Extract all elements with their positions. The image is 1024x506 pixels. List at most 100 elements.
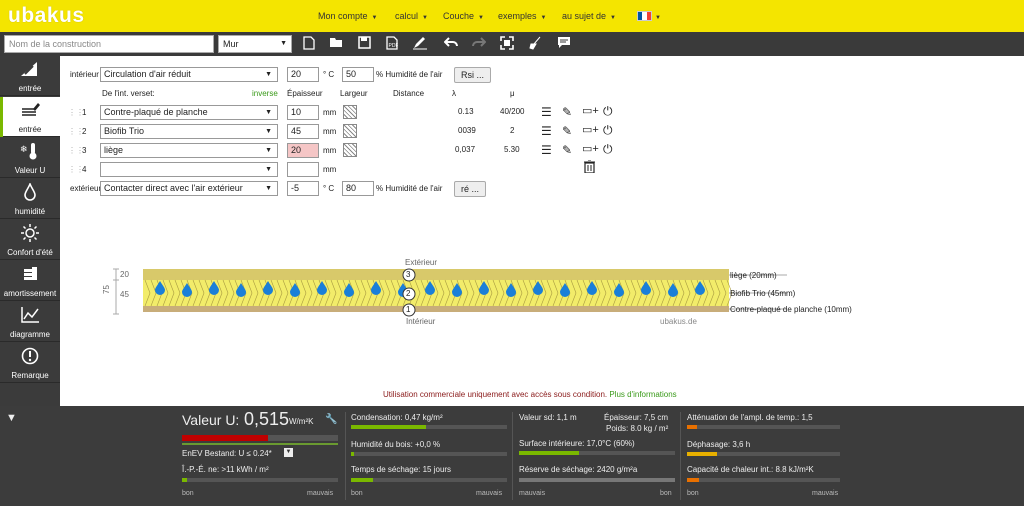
french-flag-icon[interactable] [637, 11, 652, 21]
hatch-pattern-icon[interactable] [343, 124, 357, 138]
surface-temp-bar-fill [519, 451, 579, 455]
u-value-bar [182, 435, 338, 441]
add-layer-icon[interactable]: ▭+ [582, 123, 599, 137]
wrench-icon[interactable]: 🔧 [325, 414, 337, 425]
power-icon[interactable]: ⏻ [603, 123, 613, 137]
sidebar-item-entree-layers[interactable]: entrée [0, 97, 60, 137]
add-layer-icon[interactable]: ▭+ [582, 142, 599, 156]
exterior-condition-select[interactable]: Contacter direct avec l'air extérieur ▼ [100, 181, 278, 196]
undo-icon[interactable] [443, 36, 459, 52]
layer-thickness-input[interactable] [287, 162, 319, 177]
layer-thickness-input[interactable]: 10 [287, 105, 319, 120]
caret-down-icon: ▼ [540, 15, 547, 21]
layer-thickness-input[interactable]: 45 [287, 124, 319, 139]
language-caret-icon[interactable]: ▼ [655, 11, 661, 21]
layer-thickness-input[interactable]: 20 [287, 143, 319, 158]
caret-down-icon: ▼ [478, 15, 484, 21]
sidebar-item-diagramme[interactable]: diagramme [0, 302, 60, 342]
save-icon[interactable] [356, 36, 372, 52]
rsi-button[interactable]: Rsi ... [454, 67, 492, 83]
clean-icon[interactable] [527, 36, 543, 52]
layer-material-select[interactable]: Biofib Trio ▼ [100, 124, 278, 139]
more-info-link[interactable]: Plus d'informations [609, 390, 676, 399]
heat-capacity-label: Capacité de chaleur int.: 8.8 kJ/m²K [687, 465, 814, 474]
exclamation-icon [0, 347, 60, 371]
u-value: 0,515 [244, 409, 290, 429]
menu-lines-icon[interactable]: ☰ [541, 143, 552, 157]
add-layer-icon[interactable]: ▭+ [582, 104, 599, 118]
sidebar-item-label: Valeur U [14, 166, 46, 175]
chart-icon [0, 306, 60, 330]
unit-mm: mm [323, 165, 337, 174]
menu-couche[interactable]: Couche ▼ [443, 11, 484, 21]
menu-exemples[interactable]: exemples ▼ [498, 11, 546, 21]
new-file-icon[interactable] [301, 36, 317, 52]
wood-humidity-bar-fill [351, 452, 354, 456]
pencil-icon[interactable]: ✎ [562, 124, 572, 138]
layer-material-select[interactable]: liège ▼ [100, 143, 278, 158]
menu-calcul[interactable]: calcul ▼ [395, 11, 428, 21]
exterior-temp-input[interactable]: -5 [287, 181, 319, 196]
sidebar-item-label: Confort d'été [7, 248, 53, 257]
chevron-down-icon: ▼ [265, 185, 272, 192]
wall-cross-section: Extérieur Intérieur ubakus.de 20 45 75 3… [60, 255, 1024, 330]
menu-lines-icon[interactable]: ☰ [541, 105, 552, 119]
usage-footnote: Utilisation commerciale uniquement avec … [383, 390, 677, 399]
drying-reserve-bar-fill [519, 478, 675, 482]
sidebar-item-amortissement[interactable]: amortissement [0, 261, 60, 301]
rse-button[interactable]: ré ... [454, 181, 487, 197]
open-folder-icon[interactable] [328, 36, 344, 52]
menu-lines-icon[interactable]: ☰ [541, 124, 552, 138]
marker-2: 2 [406, 289, 411, 298]
sidebar-item-remarque[interactable]: Remarque [0, 343, 60, 383]
trash-icon[interactable] [584, 159, 595, 176]
layer-mu: 40/200 [500, 107, 525, 116]
exterior-humidity-input[interactable]: 80 [342, 181, 374, 196]
condensation-bar [351, 425, 507, 429]
hatch-pattern-icon[interactable] [343, 105, 357, 119]
menu-label: Mon compte [318, 11, 368, 21]
power-icon[interactable]: ⏻ [603, 104, 613, 118]
hatch-pattern-icon[interactable] [343, 143, 357, 157]
sidebar-item-confort-ete[interactable]: Confort d'été [0, 220, 60, 260]
caret-down-icon: ▼ [422, 15, 428, 21]
interior-label: intérieur [70, 70, 99, 79]
menu-about[interactable]: au sujet de ▼ [562, 11, 616, 21]
layer-material-select[interactable]: ▼ [100, 162, 278, 177]
interior-humidity-input[interactable]: 50 [342, 67, 374, 82]
sun-icon [0, 224, 60, 248]
construction-type-select[interactable]: Mur ▼ [218, 35, 292, 53]
menu-label: Couche [443, 11, 475, 21]
drying-reserve-label: Réserve de séchage: 2420 g/m²a [519, 465, 638, 474]
redo-icon[interactable] [471, 36, 487, 52]
fullscreen-icon[interactable] [499, 36, 515, 52]
construction-name-input[interactable]: Nom de la construction [4, 35, 214, 53]
menu-account[interactable]: Mon compte ▼ [318, 11, 377, 21]
edit-sign-icon[interactable] [412, 36, 428, 52]
comment-icon[interactable] [556, 36, 572, 52]
enev-dropdown-icon[interactable]: ▼ [284, 448, 293, 457]
ubakus-logo[interactable]: ubakus [8, 4, 85, 28]
sidebar-item-humidite[interactable]: humidité [0, 179, 60, 219]
chevron-down-icon: ▼ [265, 166, 272, 173]
legend-liege: liège (20mm) [730, 271, 777, 280]
layer-lambda: 0.13 [458, 107, 474, 116]
power-icon[interactable]: ⏻ [603, 142, 613, 156]
interior-temp-input[interactable]: 20 [287, 67, 319, 82]
interior-condition-select[interactable]: Circulation d'air réduit ▼ [100, 67, 278, 82]
sidebar-item-entree-tools[interactable]: entrée [0, 56, 60, 96]
pencil-icon[interactable]: ✎ [562, 143, 572, 157]
results-panel: ▼ Valeur U: 0,515 W/m²K 🔧 EnEV Bestand: … [0, 406, 1024, 506]
menu-label: exemples [498, 11, 537, 21]
select-value: Contacter direct avec l'air extérieur [104, 183, 243, 193]
legend-contreplaque: Contre-plaqué de planche (10mm) [730, 305, 852, 314]
sidebar-item-valeur-u[interactable]: ❄ Valeur U [0, 138, 60, 178]
layer-material-select[interactable]: Contre-plaqué de planche ▼ [100, 105, 278, 120]
collapse-toggle-icon[interactable]: ▼ [6, 412, 17, 424]
pencil-icon[interactable]: ✎ [562, 105, 572, 119]
weight-label: Poids: 8.0 kg / m² [606, 424, 669, 433]
humidity-label: % Humidité de l'air [376, 70, 443, 79]
layer-lambda: 0039 [458, 126, 476, 135]
pdf-icon[interactable]: PDF [384, 36, 400, 52]
inverse-link[interactable]: inverse [252, 89, 278, 98]
